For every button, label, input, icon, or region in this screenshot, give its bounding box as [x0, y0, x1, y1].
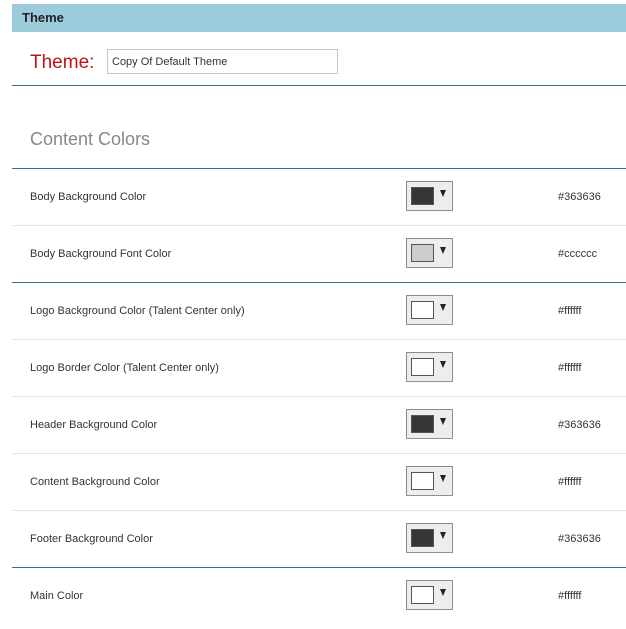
color-picker-button[interactable] — [406, 181, 453, 211]
color-row-label: Footer Background Color — [30, 533, 153, 545]
color-row: Main Color #ffffff — [12, 567, 626, 624]
color-swatch — [411, 529, 434, 547]
color-row-label: Main Color — [30, 590, 84, 602]
color-row-label: Logo Border Color (Talent Center only) — [30, 362, 219, 374]
caret-down-icon — [440, 589, 446, 596]
color-swatch — [411, 358, 434, 376]
caret-down-icon — [440, 532, 446, 539]
theme-name-input[interactable] — [107, 49, 338, 74]
color-hex-value: #ffffff — [558, 590, 582, 602]
color-picker-button[interactable] — [406, 409, 453, 439]
theme-panel: Theme Theme: Content Colors Body Backgro… — [12, 4, 626, 629]
color-swatch — [411, 472, 434, 490]
color-row-label: Content Background Color — [30, 476, 160, 488]
color-row: Footer Background Color #363636 — [12, 510, 626, 567]
color-picker-button[interactable] — [406, 295, 453, 325]
caret-down-icon — [440, 247, 446, 254]
color-settings-list: Body Background Color #363636 Body Backg… — [12, 168, 626, 624]
caret-down-icon — [440, 190, 446, 197]
panel-header: Theme — [12, 4, 626, 32]
color-picker-button[interactable] — [406, 580, 453, 610]
caret-down-icon — [440, 475, 446, 482]
color-row: Logo Border Color (Talent Center only) #… — [12, 339, 626, 396]
color-row-label: Body Background Font Color — [30, 248, 172, 260]
color-picker-button[interactable] — [406, 466, 453, 496]
color-swatch — [411, 244, 434, 262]
color-swatch — [411, 415, 434, 433]
color-swatch — [411, 187, 434, 205]
color-swatch — [411, 586, 434, 604]
color-row-label: Logo Background Color (Talent Center onl… — [30, 305, 245, 317]
caret-down-icon — [440, 361, 446, 368]
color-row-label: Header Background Color — [30, 419, 158, 431]
color-hex-value: #cccccc — [558, 248, 598, 260]
color-hex-value: #ffffff — [558, 476, 582, 488]
color-hex-value: #363636 — [558, 533, 601, 545]
color-hex-value: #ffffff — [558, 305, 582, 317]
color-row-label: Body Background Color — [30, 191, 147, 203]
color-row: Body Background Color #363636 — [12, 168, 626, 225]
color-picker-button[interactable] — [406, 238, 453, 268]
color-row: Body Background Font Color #cccccc — [12, 225, 626, 282]
color-swatch — [411, 301, 434, 319]
theme-label: Theme: — [30, 52, 95, 73]
color-row: Logo Background Color (Talent Center onl… — [12, 282, 626, 339]
color-hex-value: #ffffff — [558, 362, 582, 374]
color-row: Header Background Color #363636 — [12, 396, 626, 453]
caret-down-icon — [440, 418, 446, 425]
color-picker-button[interactable] — [406, 352, 453, 382]
color-hex-value: #363636 — [558, 191, 601, 203]
caret-down-icon — [440, 304, 446, 311]
content-colors-title: Content Colors — [30, 129, 151, 149]
color-row: Content Background Color #ffffff — [12, 453, 626, 510]
color-hex-value: #363636 — [558, 419, 601, 431]
theme-name-row: Theme: — [12, 32, 626, 86]
color-picker-button[interactable] — [406, 523, 453, 553]
